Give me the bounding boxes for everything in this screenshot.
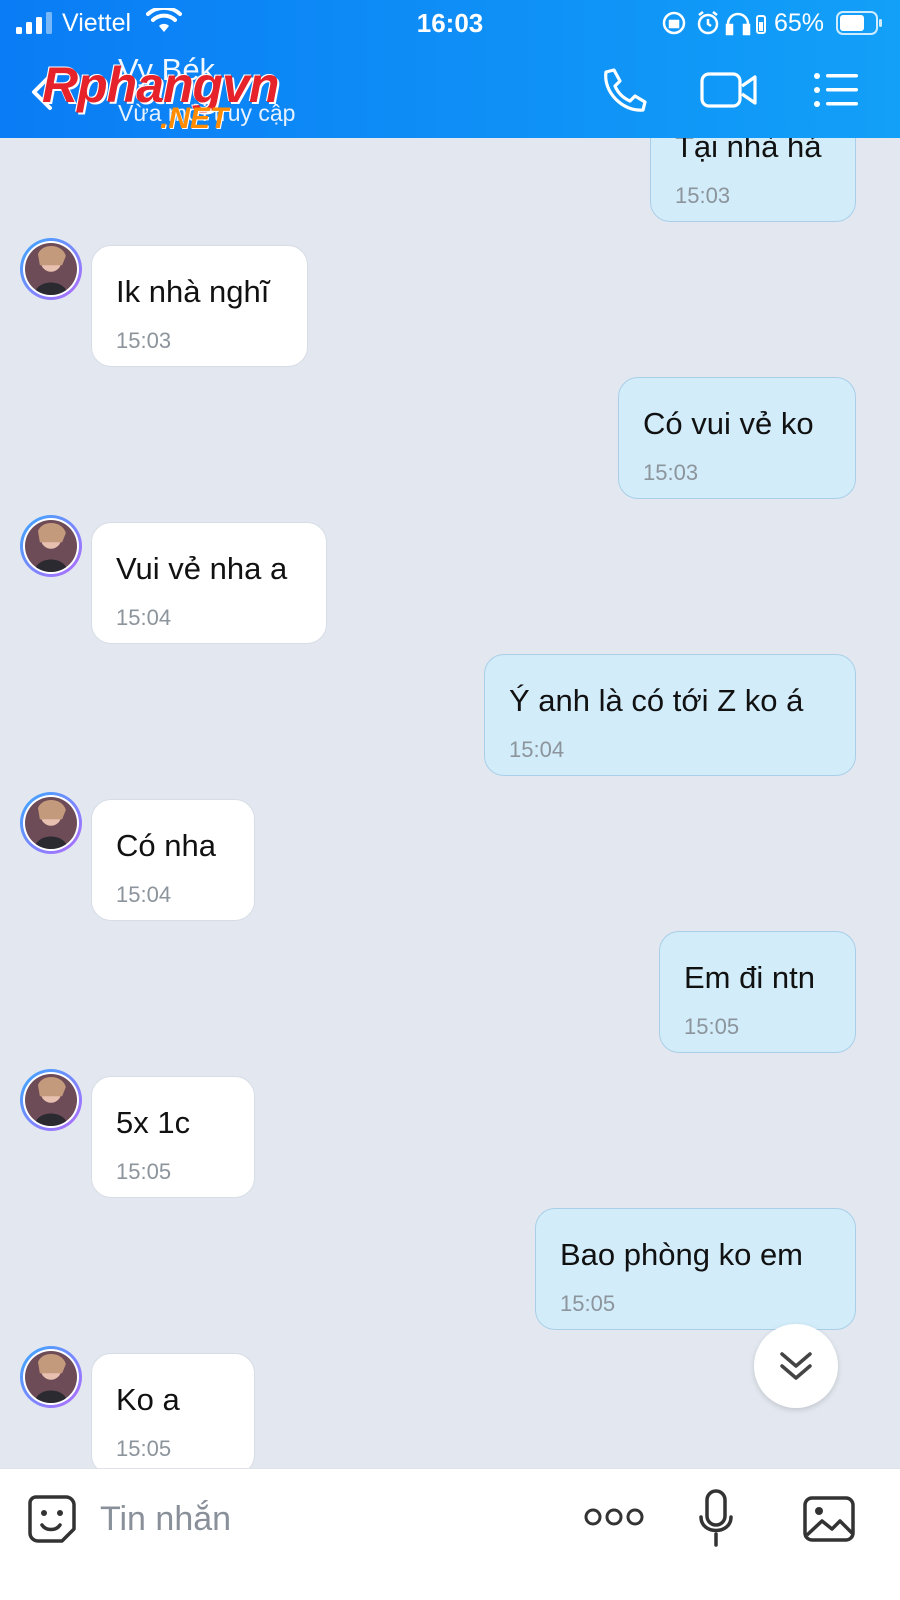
- sticker-emoji-icon[interactable]: [26, 1493, 78, 1545]
- video-call-icon[interactable]: [700, 66, 758, 114]
- message-time: 15:03: [116, 328, 172, 353]
- avatar-photo: [25, 1351, 77, 1403]
- rotation-lock-icon: [662, 11, 686, 35]
- battery-icon: [836, 11, 882, 35]
- alarm-icon: [697, 11, 719, 35]
- avatar[interactable]: [20, 238, 82, 300]
- message-bubble-in[interactable]: 5x 1c 15:05: [91, 1076, 255, 1198]
- menu-list-icon[interactable]: [812, 66, 860, 114]
- message-input[interactable]: [100, 1497, 560, 1541]
- message-time: 15:05: [560, 1291, 616, 1316]
- message-text: Em đi ntn: [684, 960, 815, 995]
- message-text: Tại nhà hả: [675, 138, 822, 164]
- message-time: 15:04: [116, 605, 172, 630]
- phone-call-icon[interactable]: [598, 66, 648, 114]
- message-bubble-out[interactable]: Bao phòng ko em 15:05: [535, 1208, 856, 1330]
- avatar-photo: [25, 797, 77, 849]
- status-icons: [662, 11, 766, 36]
- message-time: 15:03: [643, 460, 699, 485]
- avatar[interactable]: [20, 792, 82, 854]
- headphones-icon: [725, 12, 751, 36]
- message-bubble-out[interactable]: Có vui vẻ ko 15:03: [618, 377, 856, 499]
- scroll-to-bottom-button[interactable]: [754, 1324, 838, 1408]
- message-time: 15:05: [116, 1159, 172, 1184]
- message-text: Bao phòng ko em: [560, 1237, 804, 1272]
- message-time: 15:04: [509, 737, 565, 762]
- message-text: 5x 1c: [116, 1105, 191, 1140]
- message-text: Ik nhà nghĩ: [116, 274, 270, 309]
- message-bubble-in[interactable]: Ko a 15:05: [91, 1353, 255, 1468]
- status-bar: Viettel 16:03 65%: [0, 0, 900, 46]
- avatar[interactable]: [20, 1346, 82, 1408]
- message-bubble-in[interactable]: Ik nhà nghĩ 15:03: [91, 245, 308, 367]
- message-bubble-out[interactable]: Ý anh là có tới Z ko á 15:04: [484, 654, 856, 776]
- message-time: 15:05: [116, 1436, 172, 1461]
- watermark-sub: .NET: [160, 102, 229, 135]
- microphone-icon[interactable]: [698, 1489, 734, 1547]
- message-text: Vui vẻ nha a: [116, 551, 288, 586]
- image-gallery-icon[interactable]: [802, 1495, 856, 1543]
- more-options-icon[interactable]: [584, 1505, 644, 1529]
- avatar-photo: [25, 520, 77, 572]
- avatar-photo: [25, 243, 77, 295]
- chat-header: Viettel 16:03 65% Vy Bék Vừa mới truy cậ…: [0, 0, 900, 138]
- chat-area[interactable]: Tại nhà hả 15:03 Ik nhà nghĩ 15:03 Có vu…: [0, 138, 900, 1468]
- message-time: 15:04: [116, 882, 172, 907]
- message-text: Có vui vẻ ko: [643, 406, 814, 441]
- watermark-logo: Rphangvn .NET: [42, 56, 342, 140]
- message-bubble-in[interactable]: Vui vẻ nha a 15:04: [91, 522, 327, 644]
- message-text: Có nha: [116, 828, 216, 863]
- message-text: Ko a: [116, 1382, 180, 1417]
- battery-percent: 65%: [774, 9, 825, 37]
- message-bubble-out[interactable]: Tại nhà hả 15:03: [650, 138, 856, 222]
- message-time: 15:03: [675, 183, 731, 208]
- message-input-bar: [0, 1468, 900, 1600]
- message-text: Ý anh là có tới Z ko á: [509, 683, 804, 718]
- avatar[interactable]: [20, 515, 82, 577]
- message-time: 15:05: [684, 1014, 740, 1039]
- message-bubble-out[interactable]: Em đi ntn 15:05: [659, 931, 856, 1053]
- avatar[interactable]: [20, 1069, 82, 1131]
- message-bubble-in[interactable]: Có nha 15:04: [91, 799, 255, 921]
- avatar-photo: [25, 1074, 77, 1126]
- double-chevron-down-icon: [780, 1352, 812, 1380]
